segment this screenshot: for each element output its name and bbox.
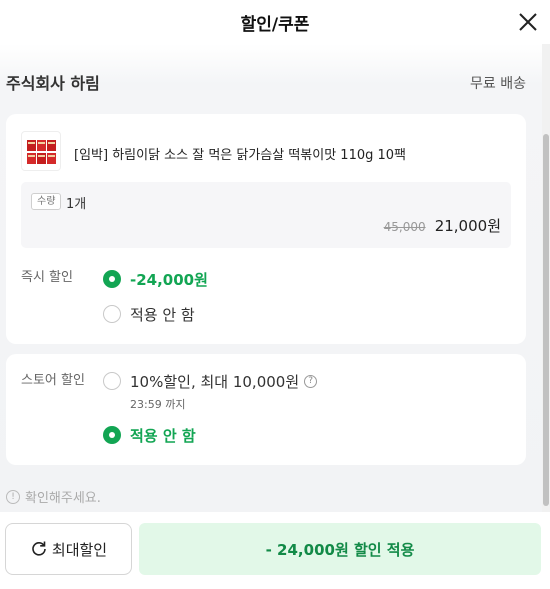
coupon-deadline: 23:59 까지 <box>130 398 186 411</box>
close-icon[interactable] <box>517 11 539 33</box>
store-discount-none: 적용 안 함 <box>130 426 196 445</box>
product-thumbnail <box>21 131 61 171</box>
product-name: [임박] 하림이닭 소스 잘 먹은 닭가슴살 떡볶이맛 110g 10팩 <box>74 148 407 163</box>
original-price: 45,000 <box>383 220 426 234</box>
store-name: 주식회사 하림 <box>6 74 100 93</box>
instant-discount-none: 적용 안 함 <box>130 305 195 324</box>
question-icon[interactable]: ? <box>304 374 318 388</box>
instant-discount-label: 즉시 할인 <box>21 270 73 285</box>
store-discount-option-none[interactable]: 적용 안 함 <box>103 424 196 446</box>
store-discount-card: 스토어 할인 10%할인, 최대 10,000원 ? 23:59 까지 적용 안… <box>6 354 526 465</box>
shipping-info: 무료 배송 <box>470 76 526 92</box>
dialog-title: 할인/쿠폰 <box>240 15 310 35</box>
store-row: 주식회사 하림 무료 배송 <box>6 70 526 94</box>
price-row: 45,000 21,000원 <box>384 215 501 236</box>
store-discount-option-coupon[interactable]: 10%할인, 최대 10,000원 ? <box>103 370 318 392</box>
info-icon: ! <box>6 489 20 504</box>
instant-discount-amount: -24,000원 <box>130 270 208 289</box>
refresh-icon <box>32 541 46 556</box>
scrollbar[interactable] <box>542 44 550 512</box>
radio-selected-icon[interactable] <box>103 270 121 288</box>
quantity-box: 수량 1개 45,000 21,000원 <box>21 182 511 248</box>
radio-selected-icon[interactable] <box>103 426 121 444</box>
instant-discount-option-amount[interactable]: -24,000원 <box>103 268 208 290</box>
dialog-header: 할인/쿠폰 <box>0 0 550 44</box>
radio-unselected-icon[interactable] <box>103 305 121 323</box>
notice: ! 확인해주세요. <box>6 487 101 506</box>
quantity-value: 1개 <box>66 197 87 212</box>
coupon-content[interactable]: 주식회사 하림 무료 배송 [임박] 하림이닭 소스 잘 먹은 닭가슴살 떡볶이… <box>0 44 542 512</box>
instant-discount-option-none[interactable]: 적용 안 함 <box>103 303 195 325</box>
apply-discount-button[interactable]: - 24,000원 할인 적용 <box>139 523 541 575</box>
notice-text: 확인해주세요. <box>25 491 101 506</box>
max-discount-button[interactable]: 최대할인 <box>5 523 132 575</box>
store-coupon-text: 10%할인, 최대 10,000원 <box>130 372 300 391</box>
quantity-tag: 수량 <box>31 193 62 210</box>
apply-discount-label: - 24,000원 할인 적용 <box>265 540 415 559</box>
store-discount-label: 스토어 할인 <box>21 373 85 388</box>
final-price: 21,000원 <box>434 217 501 235</box>
radio-unselected-icon[interactable] <box>103 372 121 390</box>
product-card: [임박] 하림이닭 소스 잘 먹은 닭가슴살 떡볶이맛 110g 10팩 수량 … <box>6 114 526 344</box>
scrollbar-thumb[interactable] <box>543 134 549 506</box>
footer: 최대할인 - 24,000원 할인 적용 <box>0 512 550 589</box>
max-discount-label: 최대할인 <box>51 540 108 559</box>
